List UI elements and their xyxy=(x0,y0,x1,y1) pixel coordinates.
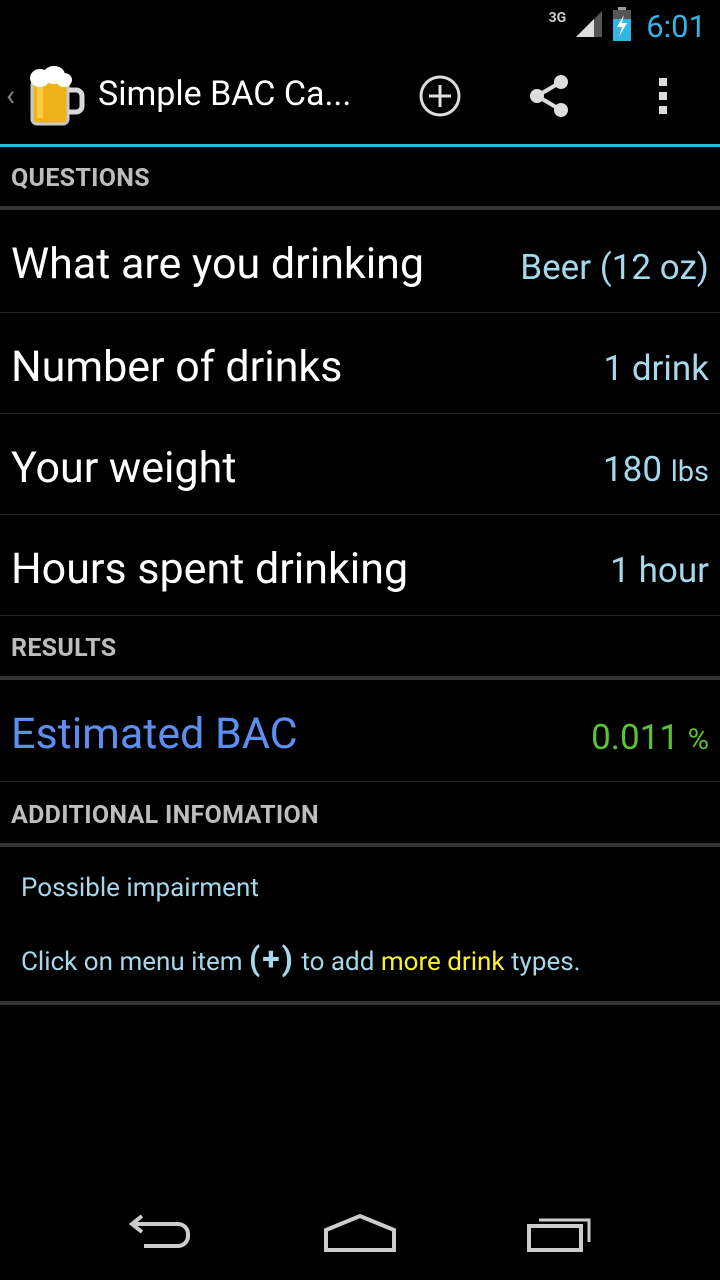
weight-unit: lbs xyxy=(670,455,709,489)
row-divider xyxy=(0,514,720,515)
questions-section-header: QUESTIONS xyxy=(0,164,720,193)
row-label: Number of drinks xyxy=(11,342,343,392)
add-button[interactable] xyxy=(410,68,470,128)
recent-apps-icon xyxy=(525,1210,597,1258)
section-divider xyxy=(0,206,720,210)
battery-icon xyxy=(612,7,632,45)
share-button[interactable] xyxy=(519,68,579,128)
clock: 6:01 xyxy=(646,7,706,45)
overflow-menu-button[interactable] xyxy=(633,68,693,128)
action-bar: ‹ Simple BAC Ca... xyxy=(0,50,720,147)
weight-value: 180 xyxy=(602,449,662,490)
question-row-number-of-drinks[interactable]: Number of drinks 1 drink xyxy=(0,314,720,414)
additional-header: ADDITIONAL INFOMATION xyxy=(11,801,319,830)
row-value: 1 hour xyxy=(610,550,709,591)
tip-mid: to add xyxy=(301,947,375,977)
additional-section-header: ADDITIONAL INFOMATION xyxy=(0,801,720,830)
row-label: What are you drinking xyxy=(11,239,425,289)
navigation-bar xyxy=(0,1184,720,1280)
question-row-hours[interactable]: Hours spent drinking 1 hour xyxy=(0,516,720,616)
signal-icon xyxy=(574,9,604,43)
plus-symbol: (+) xyxy=(249,940,295,978)
tip-suffix: types. xyxy=(511,947,581,977)
impairment-text: Possible impairment xyxy=(21,873,259,903)
questions-header: QUESTIONS xyxy=(11,164,150,193)
bac-label: Estimated BAC xyxy=(11,709,298,759)
section-divider xyxy=(0,843,720,847)
home-button[interactable] xyxy=(315,1204,405,1264)
row-divider xyxy=(0,781,720,782)
question-row-weight[interactable]: Your weight 180 lbs xyxy=(0,415,720,515)
row-value: 1 drink xyxy=(603,348,709,389)
row-label: Your weight xyxy=(11,443,237,493)
results-header: RESULTS xyxy=(11,634,117,663)
result-row-bac: Estimated BAC 0.011 % xyxy=(0,683,720,783)
network-type: 3G xyxy=(548,10,567,26)
status-bar: 3G 6:01 xyxy=(0,0,720,50)
add-icon xyxy=(417,73,463,123)
tip-highlight: more drink xyxy=(380,947,505,977)
home-icon xyxy=(322,1210,398,1258)
bac-unit: % xyxy=(687,723,709,757)
results-section-header: RESULTS xyxy=(0,634,720,663)
app-title: Simple BAC Ca... xyxy=(98,74,352,114)
row-divider xyxy=(0,312,720,313)
row-value: Beer (12 oz) xyxy=(520,247,709,288)
up-caret-icon[interactable]: ‹ xyxy=(6,78,15,113)
row-divider xyxy=(0,615,720,616)
share-icon xyxy=(525,72,573,124)
back-icon xyxy=(124,1212,196,1256)
row-value-group: 180 lbs xyxy=(603,449,709,490)
beer-mug-icon[interactable] xyxy=(28,66,86,128)
bac-value-group: 0.011 % xyxy=(591,717,709,758)
status-icons: 3G 6:01 xyxy=(549,6,706,46)
back-button[interactable] xyxy=(115,1204,205,1264)
row-label: Hours spent drinking xyxy=(11,544,409,594)
section-divider xyxy=(0,676,720,680)
overflow-menu-icon xyxy=(657,74,669,122)
row-divider xyxy=(0,413,720,414)
section-divider xyxy=(0,1001,720,1005)
recent-apps-button[interactable] xyxy=(516,1204,606,1264)
tip-text: Click on menu item (+) to add more drink… xyxy=(21,940,581,978)
tip-prefix: Click on menu item xyxy=(21,947,243,977)
question-row-drink[interactable]: What are you drinking Beer (12 oz) xyxy=(0,213,720,313)
bac-value: 0.011 xyxy=(591,717,680,758)
